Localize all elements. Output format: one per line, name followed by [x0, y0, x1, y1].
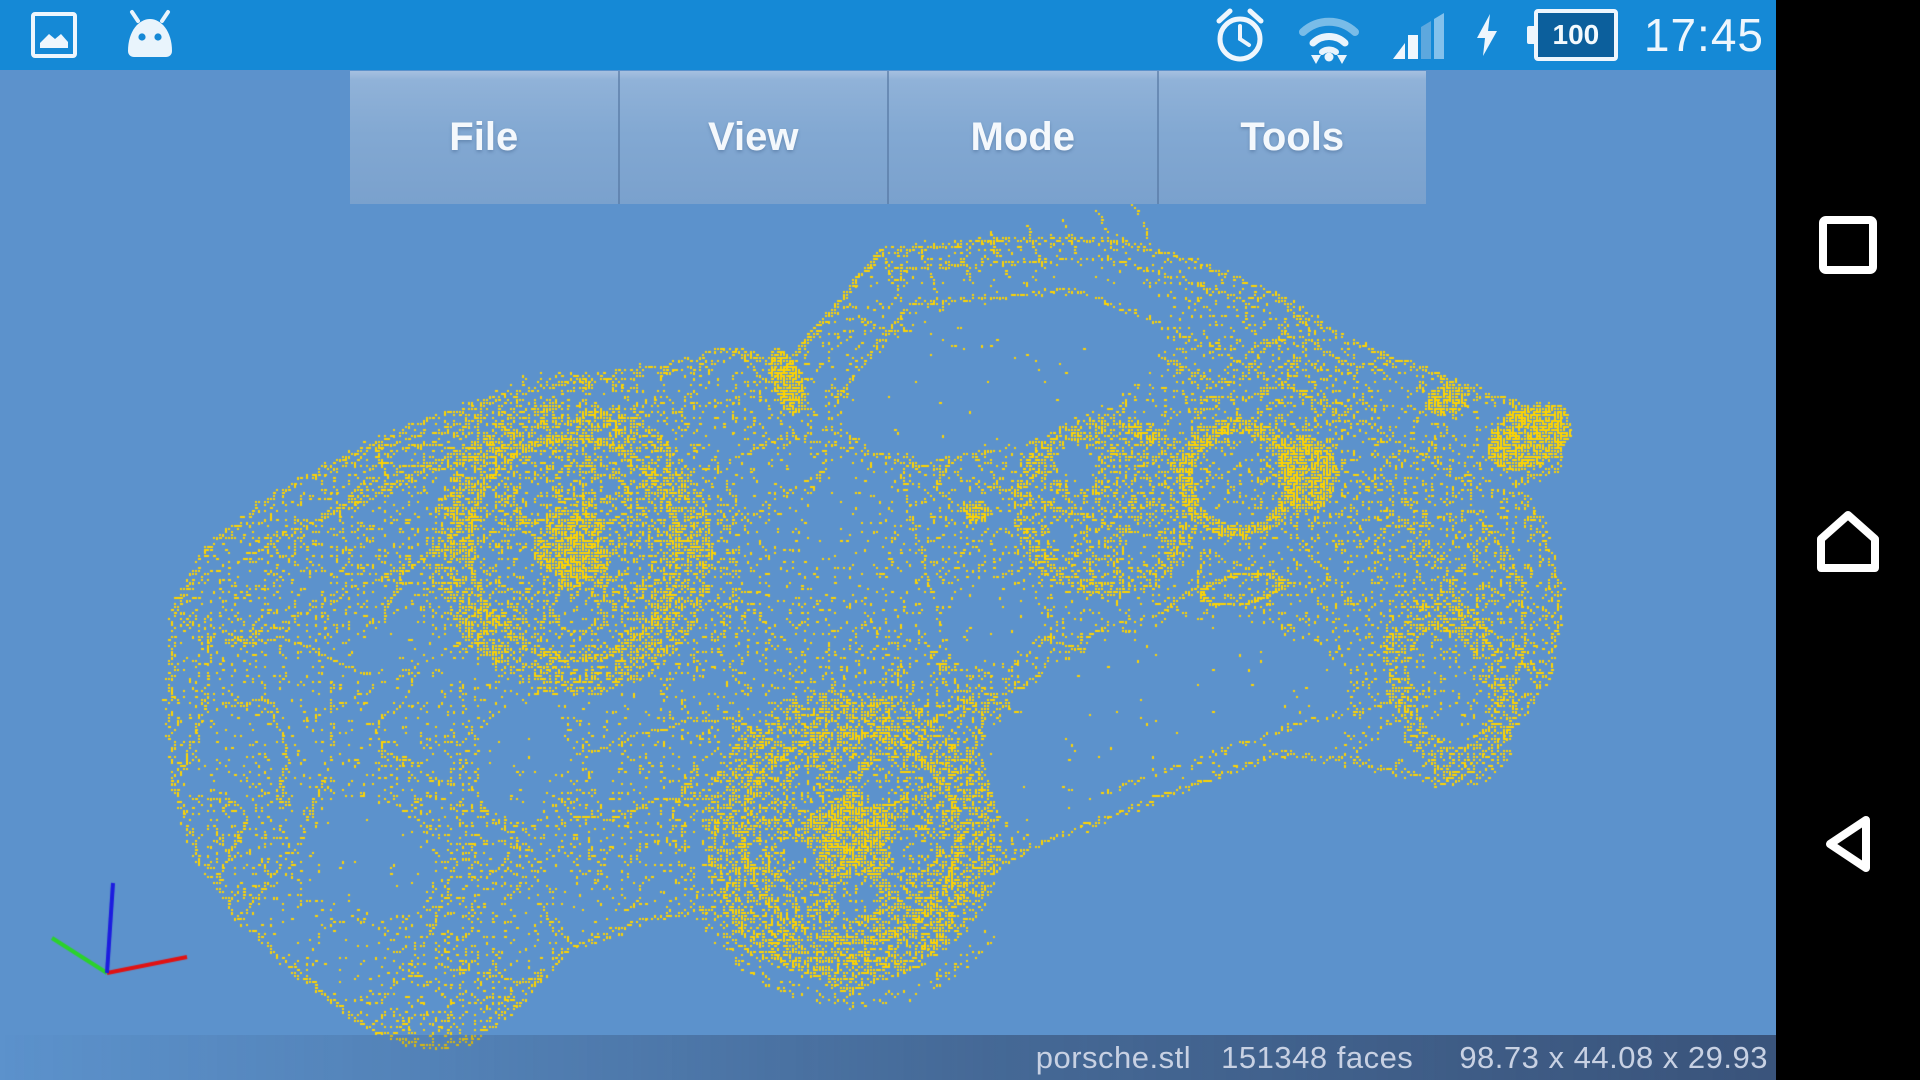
model-filename: porsche.stl [1036, 1040, 1191, 1076]
home-button[interactable] [1813, 508, 1883, 576]
menu-tools-label: Tools [1240, 115, 1344, 160]
back-triangle-icon [1818, 812, 1878, 876]
signal-icon [1389, 9, 1447, 61]
home-icon [1813, 508, 1883, 576]
android-icon [122, 9, 178, 61]
menu-mode-label: Mode [971, 115, 1075, 160]
app-menu-bar: File View Mode Tools [350, 71, 1426, 204]
model-dimensions: 98.73 x 44.08 x 29.93 [1459, 1040, 1768, 1076]
android-nav-bar [1776, 0, 1920, 1080]
recents-button[interactable] [1815, 212, 1881, 278]
back-button[interactable] [1818, 812, 1878, 876]
battery-level: 100 [1553, 19, 1600, 51]
menu-mode-button[interactable]: Mode [887, 71, 1157, 204]
model-viewport[interactable]: 100 17:45 File View Mode Tools porsche.s… [0, 0, 1776, 1080]
menu-file-label: File [449, 115, 518, 160]
menu-view-label: View [708, 115, 798, 160]
charging-icon [1473, 12, 1501, 58]
model-info-bar: porsche.stl 151348 faces 98.73 x 44.08 x… [0, 1035, 1776, 1080]
wifi-icon [1295, 5, 1363, 65]
battery-icon: 100 [1527, 9, 1618, 61]
model-face-count: 151348 faces [1221, 1040, 1413, 1076]
menu-file-button[interactable]: File [350, 71, 618, 204]
recents-square-icon [1815, 212, 1881, 278]
android-status-bar: 100 17:45 [0, 0, 1776, 70]
menu-view-button[interactable]: View [618, 71, 888, 204]
status-time: 17:45 [1644, 8, 1764, 62]
alarm-icon [1211, 6, 1269, 64]
screenshot-icon [30, 11, 78, 59]
menu-tools-button[interactable]: Tools [1157, 71, 1427, 204]
